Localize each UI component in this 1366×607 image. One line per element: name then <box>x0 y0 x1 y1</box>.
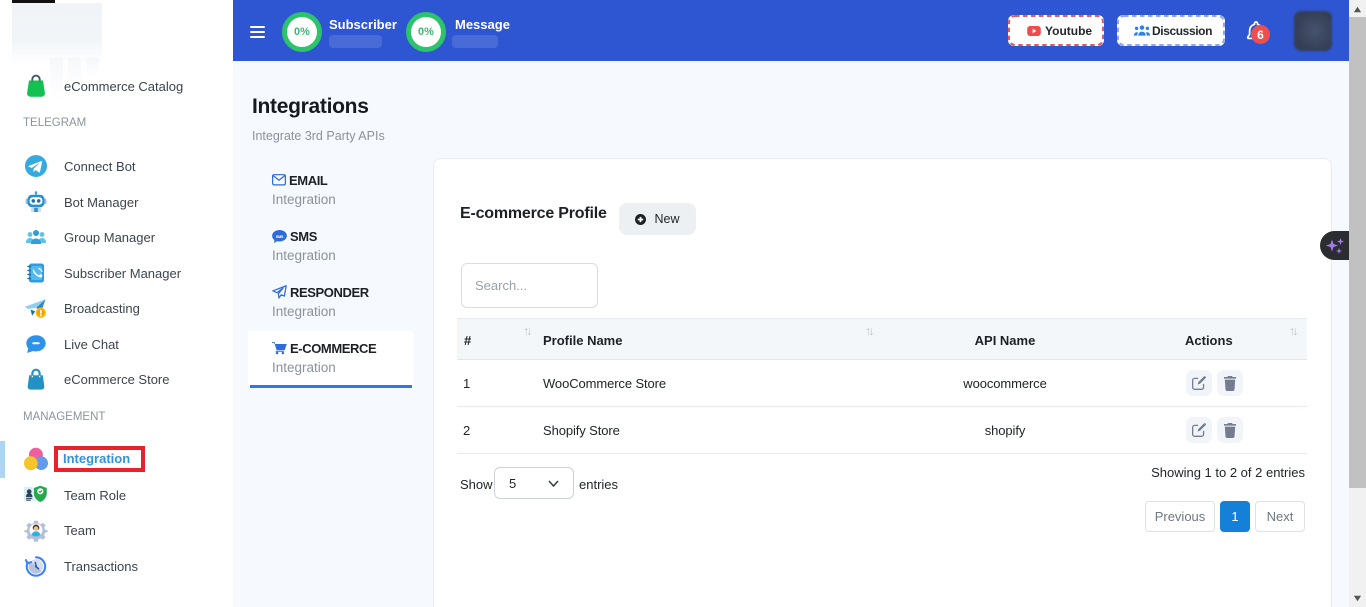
svg-text:SMS: SMS <box>276 233 284 238</box>
